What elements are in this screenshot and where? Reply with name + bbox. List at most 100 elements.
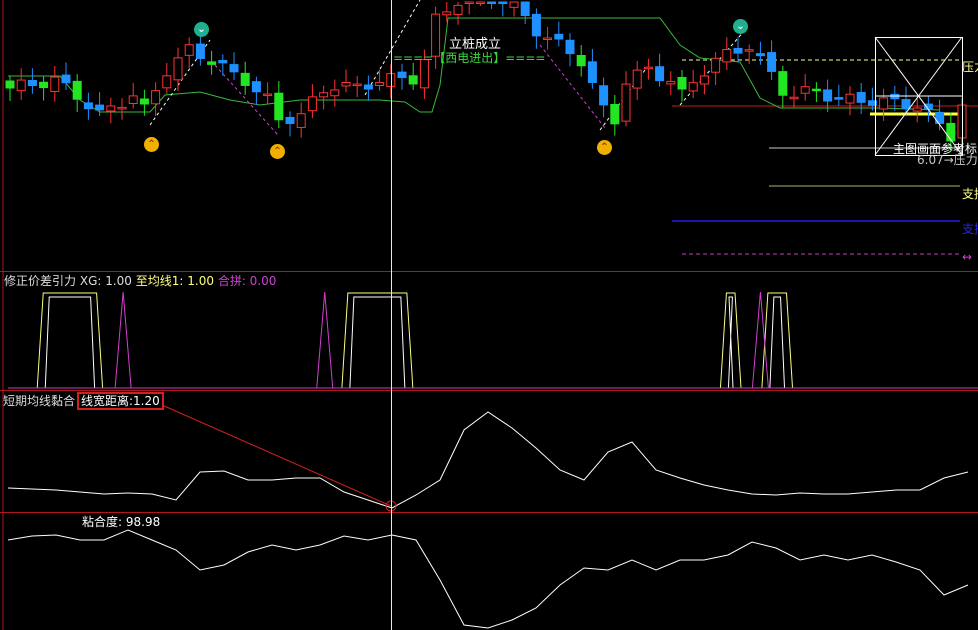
candle <box>655 53 665 87</box>
candle-body <box>431 13 441 57</box>
candle <box>330 79 340 107</box>
candle-body <box>666 80 676 85</box>
candle <box>834 84 844 106</box>
pressure-label: 压力 <box>962 60 978 74</box>
candle <box>498 1 508 17</box>
candle <box>475 1 485 7</box>
candle <box>184 37 194 69</box>
candle <box>755 41 765 65</box>
candle-body <box>27 79 37 87</box>
stock-chart[interactable] <box>0 0 978 630</box>
candle-body <box>789 96 799 100</box>
candle-body <box>61 74 71 84</box>
signal-spike <box>751 291 769 389</box>
signal-plateau-outer <box>761 292 794 389</box>
candle-body <box>509 1 519 8</box>
candle-body <box>767 52 777 72</box>
candle <box>319 85 329 110</box>
merge-value: 合拼: 0.00 <box>217 274 277 288</box>
candle <box>520 1 530 24</box>
candle <box>72 74 82 112</box>
candle-body <box>285 116 295 124</box>
candle-body <box>263 93 273 97</box>
candle <box>677 70 687 102</box>
candle-body <box>39 81 49 89</box>
candle-body <box>643 66 653 70</box>
candle <box>632 60 642 100</box>
candle <box>128 82 138 109</box>
candle-body <box>229 64 239 73</box>
candle <box>363 75 373 101</box>
chevron-up-icon: ⌃ <box>144 137 159 152</box>
candle-body <box>397 71 407 79</box>
candle-body <box>72 80 82 100</box>
support-ma-line <box>8 17 941 113</box>
candle <box>352 75 362 98</box>
candle-body <box>610 104 620 125</box>
support-label-1: 支撑 <box>962 187 978 201</box>
ref-arrow: →压力 <box>943 153 978 167</box>
candle-body <box>475 1 485 4</box>
indicator1-plot <box>36 291 794 389</box>
candle <box>341 69 351 93</box>
candle <box>50 65 60 102</box>
candle-body <box>375 82 385 87</box>
candle <box>106 97 116 124</box>
candle-body <box>453 4 463 15</box>
candle <box>296 102 306 138</box>
candle <box>643 58 653 80</box>
candle <box>240 61 250 95</box>
width-label: 线宽距离: <box>81 394 134 408</box>
candle <box>509 1 519 17</box>
candle-body <box>352 83 362 87</box>
candle-body <box>543 37 553 40</box>
candle <box>823 79 833 112</box>
candle-body <box>128 95 138 104</box>
candle <box>890 85 900 111</box>
candle-body <box>251 81 261 93</box>
candle-body <box>845 93 855 104</box>
candle-body <box>487 1 497 4</box>
indicator3-title: 粘合度: 98.98 <box>82 515 161 529</box>
candle-body <box>520 1 530 17</box>
candle-body <box>442 11 452 16</box>
candle <box>207 50 217 75</box>
candle-body <box>901 99 911 110</box>
candle-body <box>218 60 228 64</box>
chevron-down-icon: ⌄ <box>194 22 209 37</box>
candle <box>789 86 799 109</box>
candle-body <box>565 39 575 55</box>
candle <box>856 82 866 114</box>
candle <box>587 48 597 89</box>
candle <box>599 77 609 118</box>
candle-body <box>699 75 709 85</box>
candle-body <box>733 47 743 54</box>
candle-body <box>319 92 329 98</box>
candle-body <box>531 13 541 37</box>
candle <box>621 71 631 127</box>
xg-value: XG: 1.00 <box>79 274 132 288</box>
candle <box>5 76 15 101</box>
candle-body <box>95 104 105 111</box>
candle-body <box>856 92 866 103</box>
candle-body <box>16 79 26 92</box>
candle-body <box>162 75 172 89</box>
indicator1-title: 修正价差引力 <box>4 274 77 288</box>
candlesticks <box>5 1 967 152</box>
signal-plateau-inner <box>727 296 734 389</box>
candle-body <box>800 86 810 94</box>
candle <box>879 88 889 121</box>
candle <box>576 45 586 77</box>
candle-body <box>341 81 351 87</box>
candle <box>375 69 385 91</box>
signal-spike <box>316 291 334 389</box>
candle-body <box>296 113 306 128</box>
candle <box>274 80 284 129</box>
candle <box>610 95 620 136</box>
candle <box>845 86 855 116</box>
candle-body <box>363 84 373 90</box>
candle <box>162 62 172 94</box>
candle <box>722 37 732 71</box>
candle-body <box>811 88 821 92</box>
candle-body <box>677 76 687 90</box>
